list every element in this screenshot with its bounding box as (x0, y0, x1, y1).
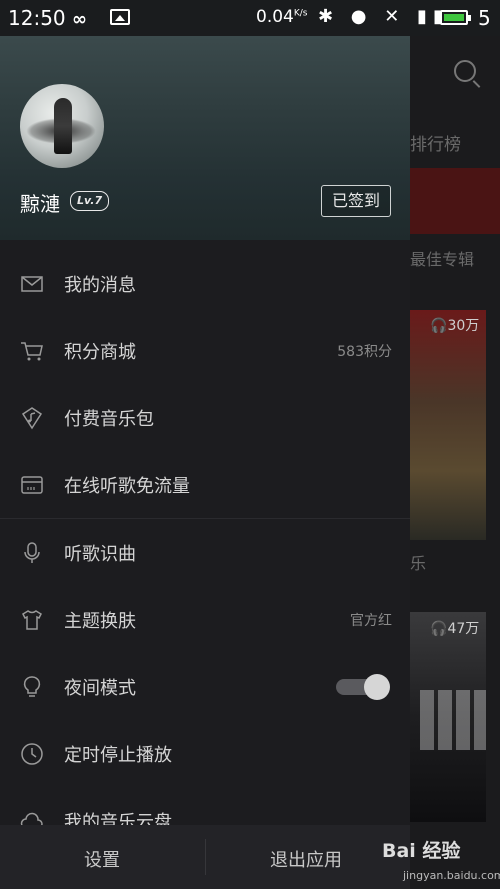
menu-item-sleep-timer[interactable]: 定时停止播放 (0, 720, 410, 787)
drawer-footer: 设置 退出应用 (0, 825, 410, 889)
profile-header: 黥漣 Lv.7 已签到 (0, 36, 410, 240)
battery-icon (440, 10, 471, 25)
menu-label: 听歌识曲 (64, 543, 136, 565)
menu-item-paid-package[interactable]: 付费音乐包 (0, 384, 410, 451)
menu-label: 定时停止播放 (64, 744, 172, 766)
menu-item-free-data[interactable]: 在线听歌免流量 (0, 451, 410, 518)
rank-tab[interactable]: 排行榜 (410, 130, 461, 155)
network-speed: 0.04K/s (256, 7, 308, 27)
settings-button[interactable]: 设置 (84, 846, 120, 872)
points-value: 583积分 (337, 343, 392, 360)
lightbulb-icon (23, 676, 41, 697)
section-label: 最佳专辑 (410, 250, 475, 269)
avatar[interactable] (20, 84, 104, 168)
theme-value: 官方红 (350, 612, 392, 629)
exit-app-button[interactable]: 退出应用 (270, 846, 342, 872)
level-badge: Lv.7 (70, 191, 110, 211)
menu-label: 夜间模式 (64, 677, 136, 699)
menu-label: 付费音乐包 (64, 408, 154, 430)
music-badge-icon (21, 407, 43, 430)
drawer-menu: 我的消息 积分商城 583积分 付费音乐包 在线听歌免流量 听歌识曲 主题换肤 … (0, 250, 410, 854)
watermark-logo: Bai 经验 (382, 840, 461, 862)
clock-icon (21, 743, 43, 765)
username[interactable]: 黥漣 (20, 188, 60, 217)
night-mode-toggle[interactable] (336, 674, 390, 700)
status-number: 5 (478, 6, 491, 30)
infinity-icon: ∞ (72, 9, 87, 30)
menu-item-night-mode[interactable]: 夜间模式 (0, 653, 410, 720)
side-drawer: 黥漣 Lv.7 已签到 我的消息 积分商城 583积分 付费音乐包 在线听歌免流… (0, 36, 410, 889)
menu-item-song-recognition[interactable]: 听歌识曲 (0, 519, 410, 586)
menu-label: 主题换肤 (64, 610, 136, 632)
menu-label: 积分商城 (64, 341, 136, 363)
search-icon[interactable] (454, 60, 476, 82)
play-count: 🎧30万 (430, 318, 480, 334)
cart-icon (21, 342, 43, 361)
signin-button[interactable]: 已签到 (321, 185, 391, 217)
banner[interactable] (410, 168, 500, 234)
status-bar: 12:50 ∞ 0.04K/s ✱ ● ✕ ▮▮ 5 (0, 0, 500, 36)
menu-label: 我的消息 (64, 274, 136, 296)
status-time: 12:50 (8, 6, 66, 30)
microphone-icon (24, 542, 40, 563)
play-count: 🎧47万 (430, 621, 480, 637)
menu-item-points-mall[interactable]: 积分商城 583积分 (0, 317, 410, 384)
tshirt-icon (22, 610, 42, 630)
menu-item-messages[interactable]: 我的消息 (0, 250, 410, 317)
sim-card-icon (21, 476, 43, 494)
menu-label: 在线听歌免流量 (64, 475, 190, 497)
mail-icon (21, 276, 43, 292)
piano-image (420, 690, 486, 750)
image-icon (110, 9, 130, 25)
watermark-url: jingyan.baidu.com (403, 869, 500, 882)
system-icons: ✱ ● ✕ ▮▮ (318, 6, 449, 27)
album-cover[interactable] (410, 310, 486, 540)
album-caption: 乐 (410, 554, 427, 573)
menu-item-theme[interactable]: 主题换肤 官方红 (0, 586, 410, 653)
divider (205, 839, 206, 875)
